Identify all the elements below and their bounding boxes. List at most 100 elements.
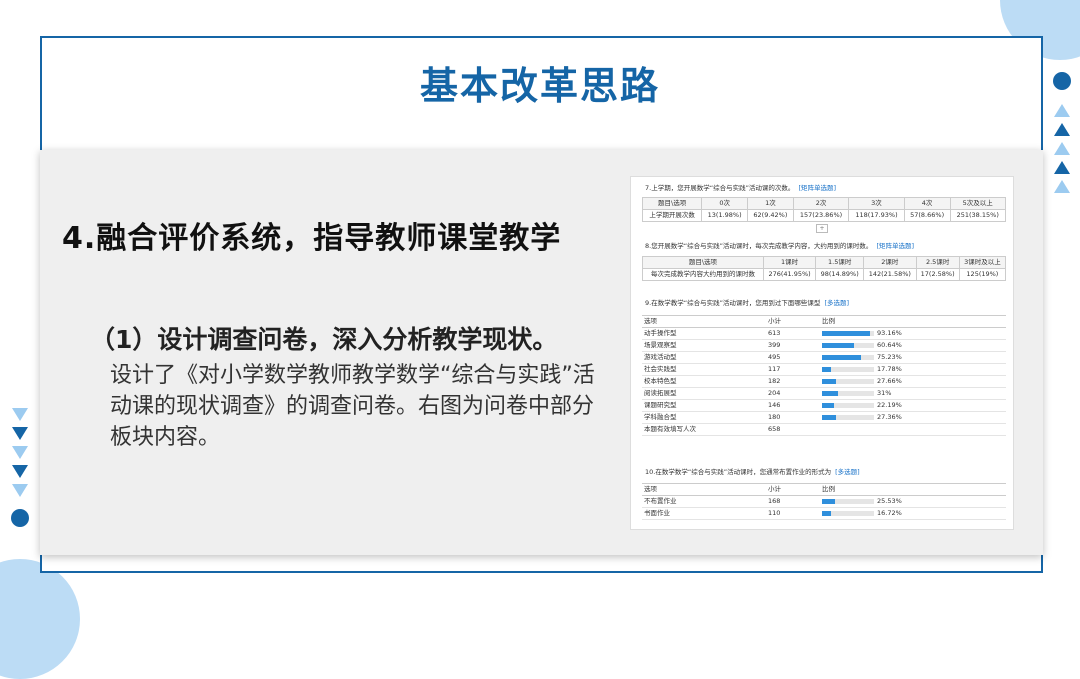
- ratio-bar-track: [822, 510, 874, 516]
- matrix-table: 题目\选项 0次 1次 2次 3次 4次 5次及以上 上学期开展次数 13(1.…: [641, 197, 1006, 222]
- survey-screenshot: 7.上学期，您开展数学“综合与实践”活动课的次数。 [矩阵单选题] 题目\选项 0…: [630, 176, 1014, 530]
- row-label: 学科融合型: [642, 411, 766, 424]
- table-total-row: 本题有效填写人次 658: [642, 423, 1006, 436]
- ratio-bar: [822, 510, 831, 516]
- ratio-bar: [822, 498, 836, 504]
- ratio-bar: [822, 390, 839, 396]
- row-ratio: 27.36%: [820, 411, 1006, 424]
- row-ratio: 31%: [820, 387, 1006, 400]
- subsection-heading: （1）设计调查问卷，深入分析教学现状。: [90, 325, 558, 354]
- matrix-table: 题目\选项 1课时 1.5课时 2课时 2.5课时 3课时及以上 每次完成教学内…: [642, 256, 1007, 281]
- row-label: 游戏活动型: [642, 351, 766, 364]
- row-ratio: 27.66%: [820, 375, 1006, 388]
- row-ratio: 16.72%: [820, 507, 1006, 520]
- row-label: 书面作业: [642, 507, 766, 520]
- table-row: 社会实践型 117 17.78%: [642, 363, 1006, 376]
- row-label: 课题研究型: [642, 399, 766, 412]
- dot-icon: [1053, 72, 1071, 90]
- row-count: 495: [766, 351, 820, 364]
- row-label: 场景观察型: [642, 339, 766, 352]
- ratio-bar: [822, 366, 832, 372]
- row-ratio: 22.19%: [820, 399, 1006, 412]
- corner-decoration: [0, 559, 80, 679]
- ratio-bar-track: [822, 378, 874, 384]
- row-ratio: 60.64%: [820, 339, 1006, 352]
- ratio-bar: [822, 402, 834, 408]
- row-count: 613: [766, 327, 820, 340]
- ratio-bar: [822, 330, 871, 336]
- total-label: 本题有效填写人次: [642, 423, 766, 436]
- row-ratio: 17.78%: [820, 363, 1006, 376]
- row-count: 399: [766, 339, 820, 352]
- ratio-bar-track: [822, 498, 874, 504]
- table-row: 不布置作业 168 25.53%: [642, 495, 1006, 508]
- triangle-up-icon: [1054, 123, 1070, 136]
- triangle-up-icon: [1054, 142, 1070, 155]
- question-title: 8.您开展数学“综合与实践”活动课时，每次完成教学内容，大约用到的课时数。 [矩阵…: [645, 242, 915, 250]
- triangle-up-icon: [1054, 161, 1070, 174]
- table-row: 每次完成教学内容大约用到的课时数 276(41.95%) 98(14.89%) …: [642, 268, 1007, 281]
- page-title: 基本改革思路: [419, 64, 660, 108]
- table-row: 课题研究型 146 22.19%: [642, 399, 1006, 412]
- table-row: 阅读拓展型 204 31%: [642, 387, 1006, 400]
- ratio-bar-track: [822, 402, 874, 408]
- ratio-bar-track: [822, 366, 874, 372]
- row-ratio: 93.16%: [820, 327, 1006, 340]
- total-value: 658: [766, 423, 820, 436]
- table-row: 书面作业 110 16.72%: [642, 507, 1006, 520]
- ratio-bar-track: [822, 330, 874, 336]
- result-table: 选项 小计 比例 动手操作型 613 93.16% 场景观察型 399 60.64% 游戏活…: [642, 315, 1006, 436]
- ratio-percent: 31%: [877, 389, 892, 397]
- ratio-bar-track: [822, 342, 874, 348]
- question-title: 10.在数学数学“综合与实践”活动课时，您通常布置作业的形式为 [多选题]: [645, 468, 860, 476]
- table-header-row: 题目\选项 0次 1次 2次 3次 4次 5次及以上: [641, 197, 1006, 210]
- table-header-row: 选项 小计 比例: [642, 483, 1006, 496]
- row-label: 社会实践型: [642, 363, 766, 376]
- ratio-bar-track: [822, 414, 874, 420]
- question-title: 7.上学期，您开展数学“综合与实践”活动课的次数。 [矩阵单选题]: [645, 184, 837, 192]
- left-decoration: [11, 402, 33, 527]
- row-count: 180: [766, 411, 820, 424]
- row-count: 146: [766, 399, 820, 412]
- triangle-up-icon: [1054, 180, 1070, 193]
- ratio-bar: [822, 342, 854, 348]
- ratio-percent: 93.16%: [877, 329, 902, 337]
- row-count: 117: [766, 363, 820, 376]
- dot-icon: [11, 509, 29, 527]
- ratio-percent: 60.64%: [877, 341, 902, 349]
- ratio-bar: [822, 378, 837, 384]
- table-row: 游戏活动型 495 75.23%: [642, 351, 1006, 364]
- table-header-row: 选项 小计 比例: [642, 315, 1006, 328]
- triangle-down-icon: [12, 427, 28, 440]
- triangle-down-icon: [12, 446, 28, 459]
- ratio-bar-track: [822, 390, 874, 396]
- ratio-percent: 25.53%: [877, 497, 902, 505]
- ratio-percent: 17.78%: [877, 365, 902, 373]
- table-row: 上学期开展次数 13(1.98%) 62(9.42%) 157(23.86%) …: [641, 209, 1006, 222]
- table-row: 校本特色型 182 27.66%: [642, 375, 1006, 388]
- triangle-down-icon: [12, 408, 28, 421]
- row-label: 阅读拓展型: [642, 387, 766, 400]
- triangle-down-icon: [12, 465, 28, 478]
- result-table: 选项 小计 比例 不布置作业 168 25.53% 书面作业 110 16.72%: [642, 483, 1006, 520]
- row-label: 动手操作型: [642, 327, 766, 340]
- body-paragraph: 设计了《对小学数学教师教学数学“综合与实践”活动课的现状调查》的调查问卷。右图为…: [110, 363, 595, 450]
- ratio-percent: 16.72%: [877, 509, 902, 517]
- question-title: 9.在数学教学“综合与实践”活动课时，您用到过下面哪些课型 [多选题]: [645, 299, 850, 307]
- table-row: 学科融合型 180 27.36%: [642, 411, 1006, 424]
- total-empty: [820, 423, 1006, 436]
- ratio-percent: 75.23%: [877, 353, 902, 361]
- right-decoration: [1053, 72, 1075, 193]
- ratio-bar-track: [822, 354, 874, 360]
- ratio-percent: 27.66%: [877, 377, 902, 385]
- plus-icon[interactable]: +: [816, 224, 828, 233]
- row-label: 校本特色型: [642, 375, 766, 388]
- triangle-down-icon: [12, 484, 28, 497]
- table-row: 场景观察型 399 60.64%: [642, 339, 1006, 352]
- ratio-percent: 22.19%: [877, 401, 902, 409]
- ratio-percent: 27.36%: [877, 413, 902, 421]
- row-count: 168: [766, 495, 820, 508]
- row-ratio: 25.53%: [820, 495, 1006, 508]
- table-header-row: 题目\选项 1课时 1.5课时 2课时 2.5课时 3课时及以上: [642, 256, 1007, 269]
- row-label: 不布置作业: [642, 495, 766, 508]
